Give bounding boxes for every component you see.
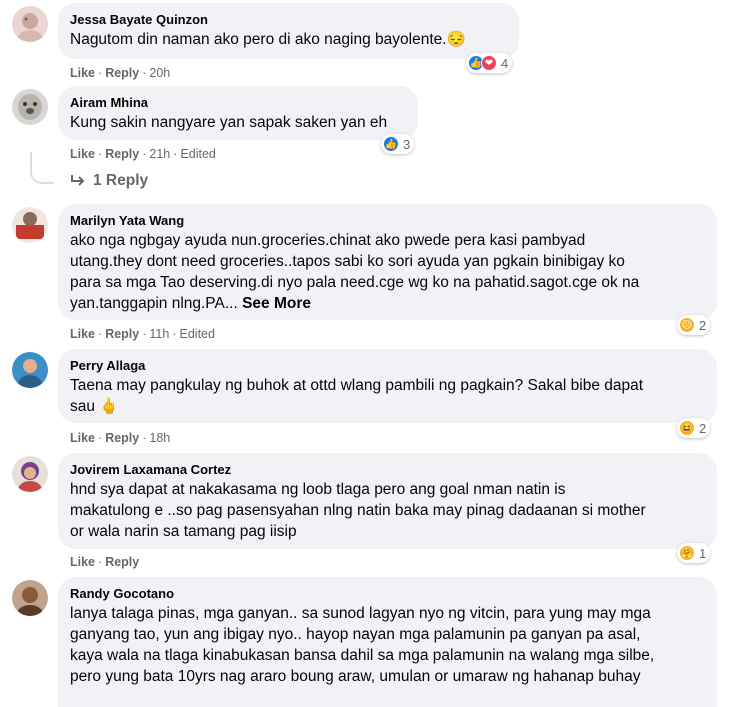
comment-actions: Like · Reply · 20h — [70, 66, 171, 80]
see-more-link[interactable]: See More — [242, 295, 311, 312]
comment-actions: Like · Reply · 18h — [70, 431, 171, 445]
replies-count[interactable]: 1 Reply — [93, 172, 148, 190]
comment-author[interactable]: Jovirem Laxamana Cortez — [70, 461, 705, 478]
comment-text: Kung sakin nangyare yan sapak saken yan … — [70, 114, 388, 131]
comment-bubble: Jessa Bayate Quinzon Nagutom din naman a… — [58, 3, 519, 59]
edited-label: Edited — [180, 147, 216, 161]
thread-line — [30, 152, 54, 184]
care-icon: 🤗 — [679, 545, 695, 561]
comment-text: Nagutom din naman ako pero di ako naging… — [70, 31, 466, 48]
reaction-summary[interactable]: 👍 ❤ 4 — [466, 53, 513, 73]
edited-label: Edited — [179, 327, 215, 341]
comment-author[interactable]: Jessa Bayate Quinzon — [70, 11, 507, 28]
reply-button[interactable]: Reply — [105, 66, 139, 80]
like-button[interactable]: Like — [70, 147, 95, 161]
comment-bubble: Perry Allaga Taena may pangkulay ng buho… — [58, 349, 717, 423]
reaction-summary[interactable]: 👍 3 — [381, 134, 415, 154]
comment-author[interactable]: Randy Gocotano — [70, 585, 705, 602]
comment-text: Taena may pangkulay ng buhok at ottd wla… — [70, 377, 644, 415]
comment-actions: Like · Reply — [70, 555, 140, 569]
comment-author[interactable]: Airam Mhina — [70, 94, 406, 111]
reaction-count: 2 — [699, 317, 707, 333]
like-button[interactable]: Like — [70, 327, 95, 341]
reaction-count: 2 — [699, 420, 707, 436]
comment-text: lanya talaga pinas, mga ganyan.. sa suno… — [70, 605, 655, 685]
reaction-summary[interactable]: ☹ 2 — [677, 315, 711, 335]
comment-bubble: Airam Mhina Kung sakin nangyare yan sapa… — [58, 86, 418, 140]
comment-timestamp[interactable]: 20h — [149, 66, 170, 80]
reply-button[interactable]: Reply — [105, 327, 139, 341]
haha-icon: 😆 — [679, 420, 695, 436]
reaction-count: 3 — [403, 136, 411, 152]
comment-text: hnd sya dapat at nakakasama ng loob tlag… — [70, 481, 646, 540]
comment-timestamp[interactable]: 18h — [149, 431, 170, 445]
avatar[interactable] — [12, 6, 48, 42]
like-button[interactable]: Like — [70, 66, 95, 80]
comment-actions: Like · Reply · 21h · Edited — [70, 147, 216, 161]
avatar[interactable] — [12, 207, 48, 243]
comment-timestamp[interactable]: 21h — [149, 147, 170, 161]
view-replies-link[interactable]: 1 Reply — [70, 172, 148, 190]
like-icon: 👍 — [383, 136, 399, 152]
comment-bubble: Marilyn Yata Wang ako nga ngbgay ayuda n… — [58, 204, 717, 320]
reaction-count: 4 — [501, 55, 509, 71]
comment-text: ako nga ngbgay ayuda nun.groceries.china… — [70, 232, 640, 312]
heart-icon: ❤ — [481, 55, 497, 71]
reaction-count: 1 — [699, 545, 707, 561]
like-button[interactable]: Like — [70, 431, 95, 445]
comment-author[interactable]: Marilyn Yata Wang — [70, 212, 705, 229]
avatar[interactable] — [12, 89, 48, 125]
reply-button[interactable]: Reply — [105, 147, 139, 161]
reaction-summary[interactable]: 🤗 1 — [677, 543, 711, 563]
avatar[interactable] — [12, 580, 48, 616]
avatar[interactable] — [12, 352, 48, 388]
like-button[interactable]: Like — [70, 555, 95, 569]
reaction-summary[interactable]: 😆 2 — [677, 418, 711, 438]
sad-icon: ☹ — [679, 317, 695, 333]
reply-arrow-icon — [71, 175, 85, 186]
comment-bubble: Jovirem Laxamana Cortez hnd sya dapat at… — [58, 453, 717, 549]
reply-button[interactable]: Reply — [105, 431, 139, 445]
comment-actions: Like · Reply · 11h · Edited — [70, 327, 215, 341]
avatar[interactable] — [12, 456, 48, 492]
comment-timestamp[interactable]: 11h — [149, 327, 169, 341]
reply-button[interactable]: Reply — [105, 555, 139, 569]
comment-author[interactable]: Perry Allaga — [70, 357, 705, 374]
comment-bubble: Randy Gocotano lanya talaga pinas, mga g… — [58, 577, 717, 707]
